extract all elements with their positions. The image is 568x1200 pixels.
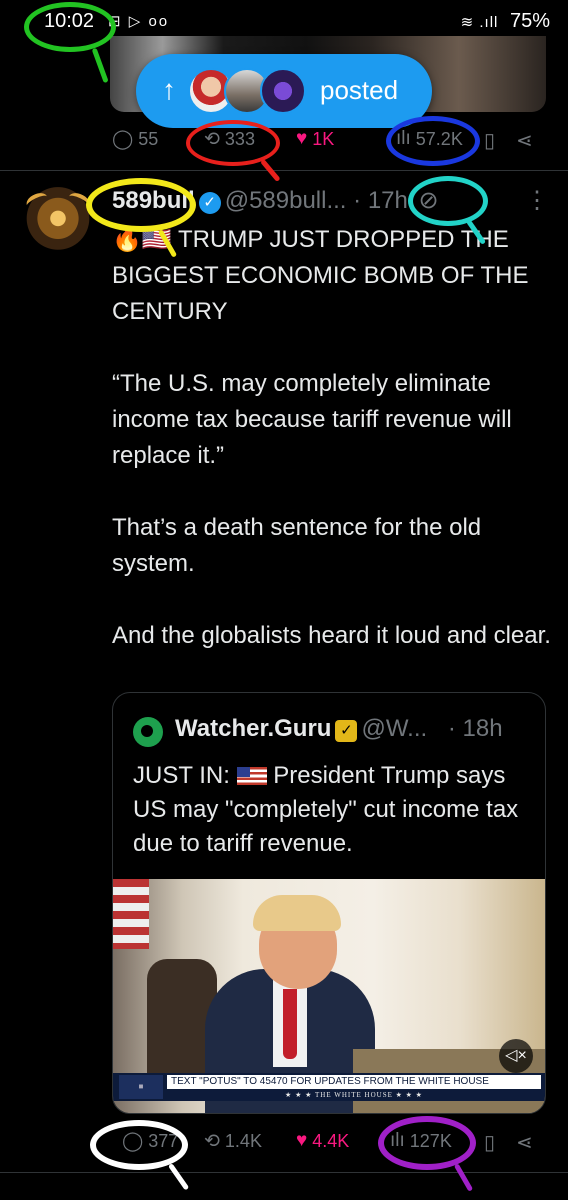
heart-icon: ♥	[296, 1130, 308, 1151]
heart-icon: ♥	[296, 128, 308, 149]
quoted-post-header: Watcher.Guru ✓ @W... · 18h	[175, 715, 503, 743]
annotation-circle-replies	[90, 1120, 188, 1170]
repost-count: 1.4K	[224, 1131, 262, 1151]
video-chyron: ◼ TEXT "POTUS" TO 45470 FOR UPDATES FROM…	[113, 1073, 545, 1101]
more-options-icon[interactable]: ⋮	[525, 186, 550, 215]
post-text: 🔥🇺🇸 TRUMP JUST DROPPED THE BIGGEST ECONO…	[112, 222, 552, 654]
like-button[interactable]: ♥ 1K	[296, 128, 334, 150]
reply-icon: ◯	[112, 129, 134, 150]
arrow-up-icon: ↑	[162, 74, 176, 105]
quoted-author-avatar	[133, 717, 163, 747]
flag-image	[113, 879, 149, 949]
reply-count: 55	[138, 129, 159, 149]
mute-icon[interactable]: ◁×	[499, 1039, 533, 1073]
repost-button[interactable]: ⟲ 1.4K	[204, 1130, 262, 1153]
post-paragraph: That’s a death sentence for the old syst…	[112, 514, 482, 577]
share-button[interactable]: ⋖	[516, 128, 533, 153]
gold-verified-badge-icon: ✓	[335, 720, 358, 742]
bookmark-icon: ▯	[484, 130, 496, 152]
share-button[interactable]: ⋖	[516, 1130, 533, 1155]
like-count: 4.4K	[312, 1130, 350, 1151]
annotation-circle-author-name	[86, 178, 196, 232]
repost-icon: ⟲	[204, 1131, 220, 1152]
divider	[0, 170, 568, 171]
annotation-stroke	[167, 1163, 190, 1191]
annotation-stroke	[453, 1163, 474, 1192]
post-paragraph: 🔥🇺🇸 TRUMP JUST DROPPED THE BIGGEST ECONO…	[112, 226, 529, 325]
like-button[interactable]: ♥ 4.4K	[296, 1130, 349, 1152]
verified-badge-icon: ✓	[198, 192, 221, 214]
annotation-circle-time	[24, 2, 116, 52]
banner-label: posted	[320, 75, 399, 105]
annotation-circle-post-views	[378, 1116, 476, 1170]
annotation-stroke	[91, 47, 109, 84]
previous-post-actions: ◯ 55 ⟲ 333 ♥ 1K ılı 57.2K ▯ ⋖	[112, 128, 552, 158]
post-paragraph: And the globalists heard it loud and cle…	[112, 622, 551, 649]
annotation-circle-views	[386, 116, 480, 166]
share-icon: ⋖	[516, 1132, 533, 1154]
bookmark-icon: ▯	[484, 1132, 496, 1154]
new-posts-banner[interactable]: ↑ posted	[136, 54, 432, 128]
quoted-post[interactable]: Watcher.Guru ✓ @W... · 18h JUST IN: Presid…	[112, 692, 546, 1114]
chyron-sub-text: ★ ★ ★ THE WHITE HOUSE ★ ★ ★	[285, 1091, 423, 1099]
video-player[interactable]: ◼ TEXT "POTUS" TO 45470 FOR UPDATES FROM…	[113, 879, 545, 1113]
share-icon: ⋖	[516, 130, 533, 152]
annotation-circle-reposts	[186, 120, 280, 166]
system-indicators: ≋ .ıll 75%	[461, 10, 550, 33]
author-avatar[interactable]	[22, 186, 94, 258]
us-flag-icon	[236, 767, 267, 785]
reply-button[interactable]: ◯ 55	[112, 128, 158, 151]
annotation-circle-post-time	[408, 176, 488, 226]
chyron-main-text: TEXT "POTUS" TO 45470 FOR UPDATES FROM T…	[167, 1075, 541, 1089]
post-time[interactable]: · 17h	[353, 187, 408, 214]
quoted-post-time: · 18h	[447, 715, 503, 742]
bull-horn-icon	[24, 190, 50, 212]
bookmark-button[interactable]: ▯	[484, 1130, 495, 1155]
network-logo-icon: ◼	[119, 1075, 163, 1099]
wifi-signal-icon: ≋ .ıll	[460, 14, 499, 31]
notification-icons: ⊟ ▷ ᴏᴏ	[108, 13, 170, 30]
quoted-author-handle: @W...	[361, 715, 428, 742]
quoted-text-prefix: JUST IN:	[133, 762, 230, 789]
like-count: 1K	[312, 128, 335, 149]
author-handle[interactable]: @589bull...	[225, 187, 347, 214]
quoted-author-name: Watcher.Guru	[175, 715, 332, 742]
bookmark-button[interactable]: ▯	[484, 128, 495, 153]
divider	[0, 1172, 568, 1173]
battery-level: 75%	[509, 10, 550, 32]
avatar	[260, 68, 306, 114]
post-paragraph: “The U.S. may completely eliminate incom…	[112, 370, 512, 469]
quoted-post-text: JUST IN: President Trump says US may "co…	[133, 759, 533, 861]
